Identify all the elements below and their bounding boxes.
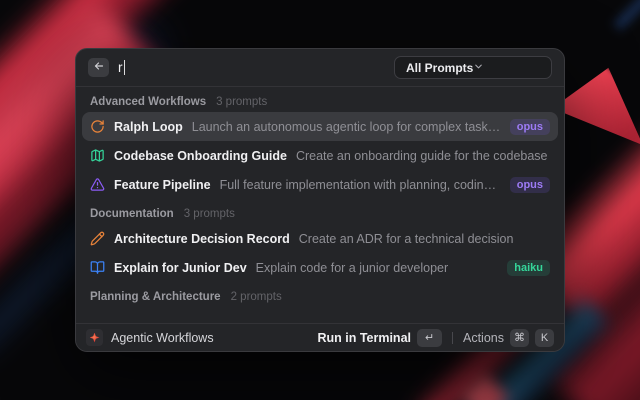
prompt-list-item[interactable]: Feature Pipeline Full feature implementat… — [82, 170, 558, 199]
divider — [452, 332, 453, 344]
status-bar: Agentic Workflows Run in Terminal ↵ Acti… — [76, 323, 564, 351]
run-in-terminal-button[interactable]: Run in Terminal — [317, 331, 411, 345]
model-badge: opus — [510, 119, 550, 135]
prompt-filter-dropdown[interactable]: All Prompts — [394, 56, 552, 79]
map-icon — [90, 148, 105, 163]
arrow-left-icon — [93, 59, 105, 77]
prompt-description: Launch an autonomous agentic loop for co… — [192, 120, 501, 134]
starburst-logo-icon — [90, 333, 100, 343]
section-title: Documentation — [90, 208, 174, 220]
pencil-icon — [90, 231, 105, 246]
section-title: Planning & Architecture — [90, 291, 221, 303]
prompt-description: Create an ADR for a technical decision — [299, 232, 550, 246]
prompt-list-item[interactable]: Ralph Loop Launch an autonomous agentic l… — [82, 112, 558, 141]
prompt-title: Explain for Junior Dev — [114, 261, 247, 275]
model-badge: opus — [510, 177, 550, 193]
return-keycap[interactable]: ↵ — [417, 329, 442, 347]
prompt-list-item[interactable]: Architecture Decision Record Create an AD… — [82, 224, 558, 253]
section-title: Advanced Workflows — [90, 96, 206, 108]
prompt-palette-window: r All Prompts Advanced Workflows 3 prompt… — [75, 48, 565, 352]
search-bar: r All Prompts — [76, 49, 564, 87]
prompt-list-item[interactable]: Codebase Onboarding Guide Create an onboa… — [82, 141, 558, 170]
k-keycap[interactable]: K — [535, 329, 554, 347]
prompt-description: Full feature implementation with plannin… — [220, 178, 501, 192]
search-input[interactable]: r — [118, 60, 125, 75]
wallpaper-blue-ribbon — [612, 0, 640, 32]
alert-triangle-icon — [90, 177, 105, 192]
command-keycap[interactable]: ⌘ — [510, 329, 529, 347]
prompt-description: Explain code for a junior developer — [256, 261, 499, 275]
dropdown-label: All Prompts — [406, 61, 473, 75]
section-count: 3 prompts — [216, 96, 267, 108]
prompt-title: Architecture Decision Record — [114, 232, 290, 246]
model-badge: haiku — [507, 260, 550, 276]
section-count: 3 prompts — [184, 208, 235, 220]
actions-button[interactable]: Actions — [463, 331, 504, 345]
back-button[interactable] — [88, 58, 109, 77]
footer-actions: Run in Terminal ↵ Actions ⌘ K — [317, 329, 554, 347]
prompt-list: Advanced Workflows 3 prompts Ralph Loop Lau… — [76, 87, 564, 307]
prompt-list-item[interactable]: Explain for Junior Dev Explain code for a… — [82, 253, 558, 282]
prompt-description: Create an onboarding guide for the codeb… — [296, 149, 550, 163]
prompt-title: Codebase Onboarding Guide — [114, 149, 287, 163]
book-open-icon — [90, 260, 105, 275]
chevron-down-icon — [473, 59, 484, 77]
refresh-loop-icon — [90, 119, 105, 134]
prompt-title: Ralph Loop — [114, 120, 183, 134]
app-logo — [86, 329, 103, 346]
section-header: Documentation 3 prompts — [82, 199, 558, 224]
prompt-title: Feature Pipeline — [114, 178, 211, 192]
search-query: r — [118, 60, 123, 75]
section-header: Planning & Architecture 2 prompts — [82, 282, 558, 307]
section-header: Advanced Workflows 3 prompts — [82, 87, 558, 112]
app-name: Agentic Workflows — [111, 331, 214, 345]
section-count: 2 prompts — [231, 291, 282, 303]
text-caret — [124, 60, 126, 75]
